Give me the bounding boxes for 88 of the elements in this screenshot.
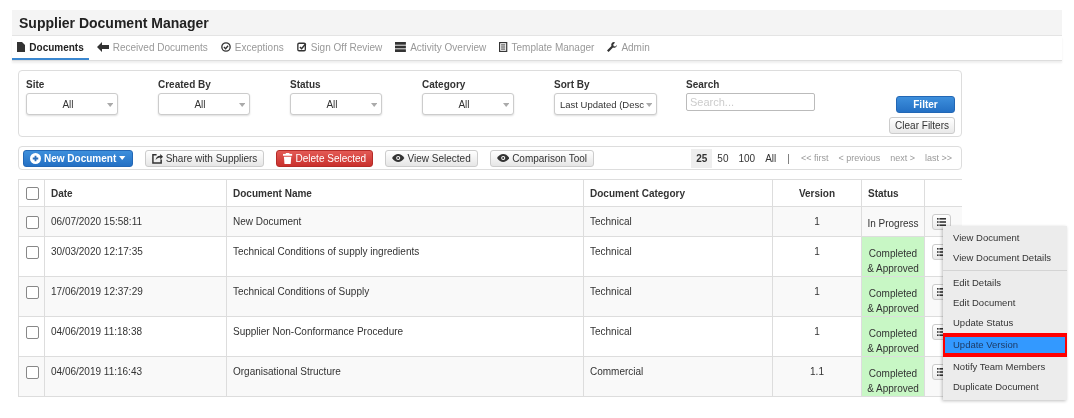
caret-icon: [502, 103, 509, 107]
check-square-icon: [296, 42, 307, 52]
page-size-link[interactable]: 100: [733, 148, 761, 168]
filter-label: Status: [290, 79, 322, 90]
table-cell: 17/06/2019 12:37:29: [44, 276, 227, 317]
table-cell: 06/07/2020 15:58:11: [44, 206, 227, 237]
menu-item[interactable]: View Document: [943, 228, 1067, 248]
filter-label: Site: [26, 79, 46, 90]
column-header: Document Category: [583, 179, 773, 207]
table-cell: Supplier Non-Conformance Procedure: [226, 316, 584, 357]
table-cell: Organisational Structure: [226, 356, 584, 397]
eye-icon: [496, 154, 510, 162]
table-cell: 04/06/2019 11:16:43: [44, 356, 227, 397]
table-cell: 1: [772, 236, 862, 277]
table-cell: 1: [772, 316, 862, 357]
checkbox[interactable]: [26, 366, 39, 379]
table-cell: Commercial: [583, 356, 773, 397]
table-cell: 1: [772, 276, 862, 317]
share-button[interactable]: Share with Suppliers: [144, 149, 265, 167]
page-size-link[interactable]: 50: [712, 148, 734, 168]
table-cell: Technical: [583, 236, 773, 277]
window-title: Supplier Document Manager: [19, 14, 209, 31]
column-header: Date: [44, 179, 227, 207]
caret-icon: [645, 103, 652, 107]
filter-button[interactable]: Filter: [896, 96, 955, 113]
arrow-left-icon: [96, 42, 109, 52]
filter-label: Sort By: [554, 79, 591, 90]
nav-tab[interactable]: Documents: [12, 36, 89, 60]
separator: |: [786, 152, 791, 164]
menu-item[interactable]: Notify Team Members: [943, 357, 1067, 377]
checkbox[interactable]: [26, 216, 39, 229]
caret-icon: [370, 103, 377, 107]
trash-icon: [283, 152, 293, 164]
status-cell: Completed & Approved: [861, 356, 925, 397]
plus-circle-icon: [30, 152, 41, 164]
table-cell: Technical: [583, 276, 773, 317]
caret-icon: [106, 103, 113, 107]
check-circle-icon: [220, 42, 231, 52]
status-cell: Completed & Approved: [861, 276, 925, 317]
list-icon: [936, 218, 947, 226]
table-cell: Technical Conditions of supply ingredients: [226, 236, 584, 277]
share-icon: [151, 152, 163, 164]
table-cell: New Document: [226, 206, 584, 237]
table-cell: Technical: [583, 316, 773, 357]
server-icon: [395, 42, 407, 52]
status-cell: Completed & Approved: [861, 236, 925, 277]
page-size-link[interactable]: All: [760, 148, 782, 168]
view-selected-button[interactable]: View Selected: [385, 149, 478, 167]
column-header: Version: [772, 179, 862, 207]
status-cell: Completed & Approved: [861, 316, 925, 357]
menu-item[interactable]: Duplicate Document: [943, 377, 1067, 397]
list-icon: [499, 42, 508, 52]
checkbox[interactable]: [26, 186, 39, 200]
document-icon: [17, 42, 26, 52]
page-size-link[interactable]: 25: [691, 148, 713, 168]
filter-label: Search: [686, 79, 721, 90]
caret-icon: [238, 103, 245, 107]
table-cell: 1: [772, 206, 862, 237]
table-cell: 30/03/2020 12:17:35: [44, 236, 227, 277]
table-cell: Technical: [583, 206, 773, 237]
comparison-tool-button[interactable]: Comparison Tool: [489, 149, 594, 167]
dropdown[interactable]: All: [422, 93, 514, 115]
table-cell: Technical Conditions of Supply: [226, 276, 584, 317]
checkbox[interactable]: [26, 326, 39, 339]
wrench-icon: [607, 42, 618, 52]
table-cell: 1.1: [772, 356, 862, 397]
table-cell: 04/06/2019 11:18:38: [44, 316, 227, 357]
dropdown[interactable]: All: [158, 93, 250, 115]
checkbox[interactable]: [26, 286, 39, 299]
delete-selected-button[interactable]: Delete Selected: [276, 149, 374, 167]
checkbox[interactable]: [26, 246, 39, 259]
menu-item[interactable]: Edit Details: [943, 273, 1067, 293]
clear-filters-button[interactable]: Clear Filters: [889, 117, 955, 134]
menu-item[interactable]: Edit Document: [943, 293, 1067, 313]
eye-icon: [392, 154, 405, 162]
status-cell: In Progress: [861, 206, 925, 237]
dropdown[interactable]: Last Updated (Desc: [554, 93, 657, 115]
filter-label: Category: [422, 79, 467, 90]
caret-icon: [119, 156, 126, 160]
new-document-button[interactable]: New Document: [23, 149, 133, 167]
dropdown[interactable]: All: [290, 93, 382, 115]
menu-item[interactable]: Update Status: [943, 313, 1067, 333]
column-header: Document Name: [226, 179, 584, 207]
filter-label: Created By: [158, 79, 212, 90]
dropdown[interactable]: All: [26, 93, 118, 115]
menu-item[interactable]: Update Version: [943, 335, 1067, 355]
column-header: Status: [861, 179, 925, 207]
menu-item[interactable]: View Document Details: [943, 248, 1067, 268]
